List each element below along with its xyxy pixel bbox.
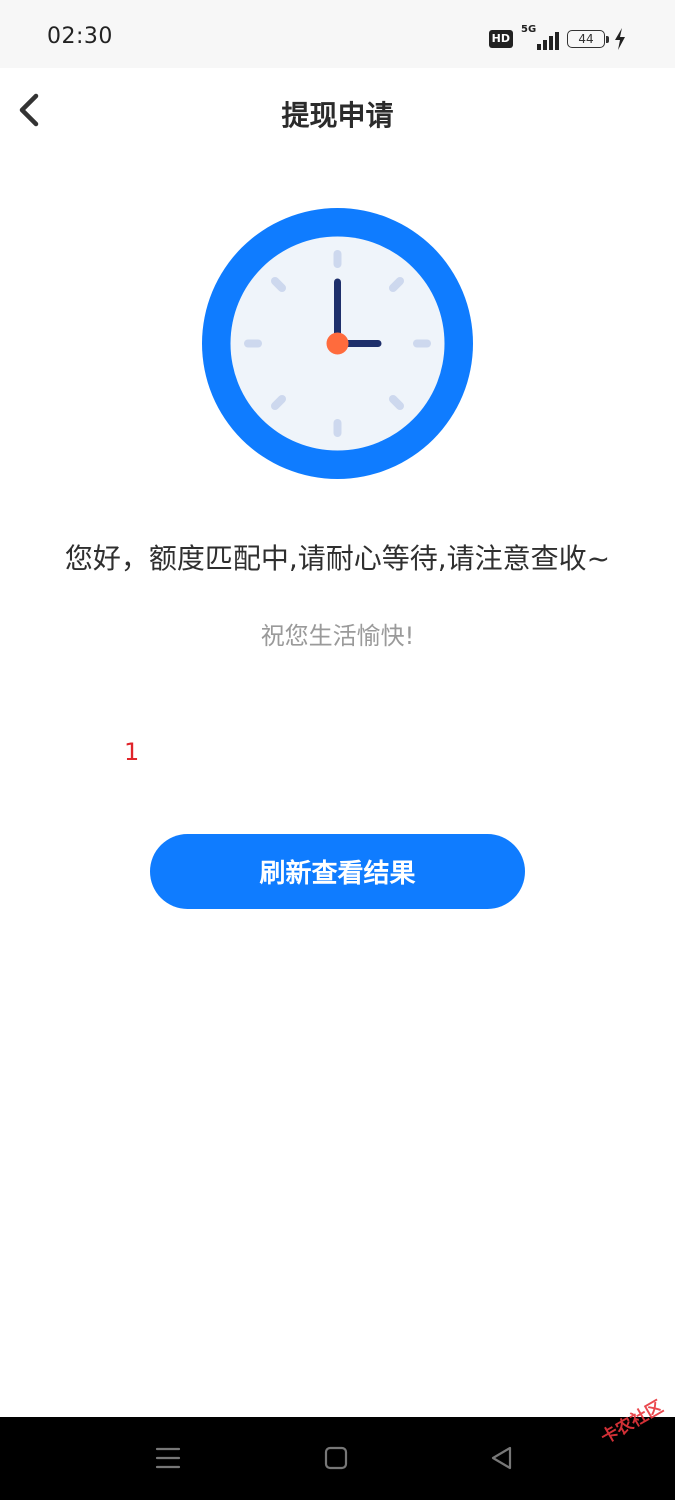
greeting-message: 祝您生活愉快!	[260, 622, 415, 650]
system-nav-bar	[0, 1417, 675, 1500]
battery-level: 44	[578, 32, 594, 46]
charging-icon	[615, 28, 625, 50]
hd-badge: HD	[488, 30, 513, 48]
home-icon[interactable]	[323, 1445, 349, 1471]
status-icons: HD 5G 44	[488, 24, 627, 50]
clock-icon	[202, 208, 473, 479]
signal-icon: 5G	[521, 24, 559, 50]
battery-icon: 44	[567, 30, 609, 48]
nav-bar: 提现申请	[0, 68, 675, 152]
network-type: 5G	[521, 24, 537, 35]
page-title: 提现申请	[281, 99, 394, 132]
status-message: 您好，额度匹配中,请耐心等待,请注意查收~	[64, 542, 611, 575]
menu-icon[interactable]	[155, 1445, 181, 1471]
refresh-result-button[interactable]: 刷新查看结果	[150, 834, 525, 909]
counter-label: 1	[124, 738, 140, 766]
back-triangle-icon[interactable]	[489, 1445, 515, 1471]
status-bar: 02:30 HD 5G 44	[0, 0, 675, 68]
status-time: 02:30	[47, 24, 113, 49]
